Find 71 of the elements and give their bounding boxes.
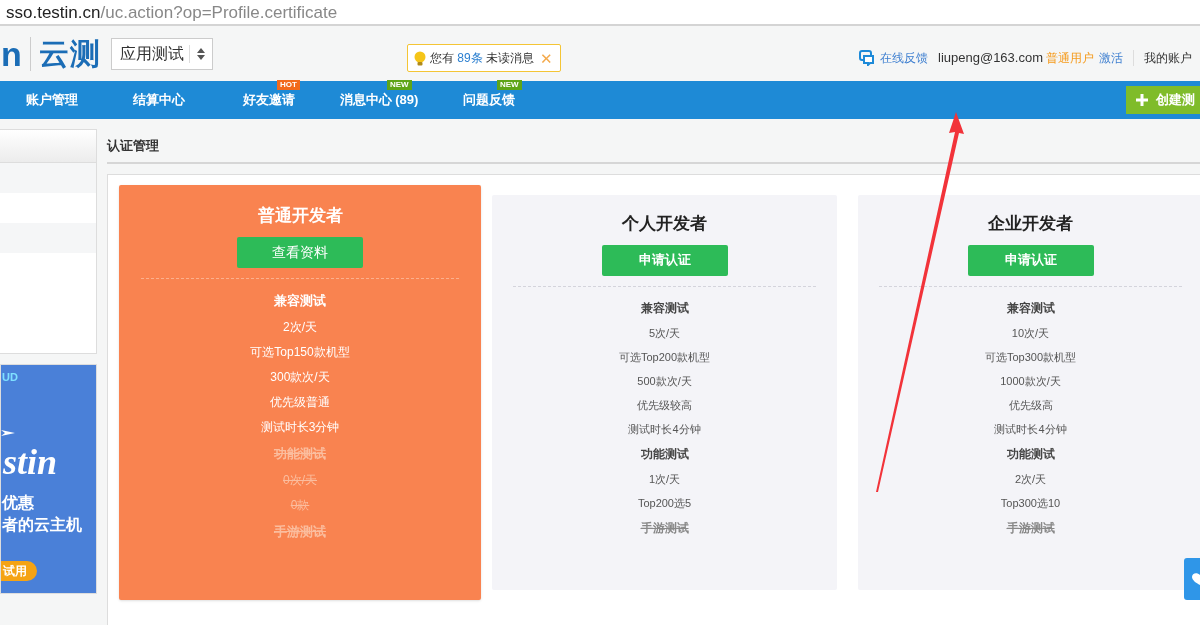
banner-text: 优惠 — [2, 493, 34, 513]
address-text[interactable]: sso.testin.cn/uc.action?op=Profile.certificate — [6, 3, 338, 21]
feature-heading: 功能测试 — [1006, 445, 1055, 463]
feature-item: 优先级较高 — [637, 397, 692, 413]
updown-icon — [196, 47, 205, 60]
feature-item: 优先级普通 — [270, 393, 330, 411]
logo-text: n — [1, 36, 22, 71]
feature-item: Top300选10 — [1000, 495, 1061, 511]
activate-link[interactable]: 激活 — [1099, 48, 1123, 67]
plan-title: 企业开发者 — [988, 213, 1073, 235]
feature-heading: 手游测试 — [640, 519, 689, 537]
create-test-button[interactable]: 创建测 — [1126, 86, 1200, 114]
lightbulb-icon — [414, 50, 426, 66]
feature-item: 0次/天 — [283, 471, 317, 489]
feature-item: 1000款次/天 — [1000, 373, 1061, 389]
nav-badge: HOT — [277, 80, 300, 90]
feature-heading: 兼容测试 — [1006, 299, 1055, 317]
feedback-link[interactable]: 在线反馈 — [880, 48, 928, 67]
feature-item: 2次/天 — [1014, 471, 1047, 487]
feature-item: 测试时长4分钟 — [994, 421, 1067, 437]
feature-heading: 兼容测试 — [640, 299, 689, 317]
feature-item: 5次/天 — [648, 325, 681, 341]
feature-item: 10次/天 — [1011, 325, 1050, 341]
plan-button[interactable]: 查看资料 — [237, 236, 363, 268]
feature-item: 2次/天 — [283, 318, 317, 336]
chat-bubble-icon — [859, 49, 875, 66]
trial-button[interactable]: 试用 — [1, 561, 37, 581]
feature-item: Top200选5 — [637, 495, 692, 511]
banner-text: 者的云主机 — [2, 515, 82, 535]
user-email: liupeng@163.com — [938, 49, 1043, 67]
plus-icon — [1136, 94, 1148, 106]
feature-heading: 功能测试 — [274, 444, 326, 463]
nav-item[interactable]: 好友邀请 — [243, 90, 295, 110]
feature-item: 500款次/天 — [637, 373, 692, 389]
plan-title: 个人开发者 — [622, 213, 707, 235]
plane-icon — [1, 427, 15, 437]
plan-button[interactable]: 申请认证 — [601, 244, 728, 276]
heart-icon — [1190, 572, 1200, 586]
user-level: 普通用户 — [1046, 49, 1094, 67]
nav-item[interactable]: 账户管理 — [26, 90, 78, 110]
feature-item: 测试时长3分钟 — [260, 418, 340, 436]
promo-banner[interactable]: UD stin 优惠 者的云主机 试用 — [0, 364, 97, 594]
notice-text: 您有 89条 未读消息 — [430, 50, 535, 67]
feature-item: 1次/天 — [648, 471, 681, 487]
section-title: 认证管理 — [107, 136, 159, 155]
feature-item: 优先级高 — [1008, 397, 1053, 413]
feature-item: 测试时长4分钟 — [628, 421, 701, 437]
feature-item: 0款 — [290, 496, 310, 514]
feature-item: 300款次/天 — [270, 368, 330, 386]
feature-heading: 手游测试 — [274, 522, 326, 541]
nav-item[interactable]: 问题反馈 — [463, 90, 515, 110]
nav-item[interactable]: 消息中心 (89) — [339, 90, 419, 110]
select-value: 应用测试 — [119, 43, 185, 64]
account-link[interactable]: 我的账户 — [1144, 48, 1192, 67]
feature-heading: 兼容测试 — [274, 291, 326, 310]
plan-title: 普通开发者 — [257, 205, 343, 227]
nav-badge: NEW — [497, 80, 522, 90]
nav-item[interactable]: 结算中心 — [133, 90, 185, 110]
feature-heading: 手游测试 — [1006, 519, 1055, 537]
banner-logo: stin — [3, 441, 58, 484]
logo-text[interactable]: 云测 — [38, 38, 101, 69]
feature-item: 可选Top150款机型 — [250, 343, 350, 361]
feature-item: 可选Top200款机型 — [618, 349, 711, 365]
feature-heading: 功能测试 — [640, 445, 689, 463]
chat-widget[interactable] — [1184, 558, 1200, 600]
product-select[interactable]: 应用测试 — [110, 37, 213, 70]
nav-badge: NEW — [387, 80, 412, 90]
feature-item: 可选Top300款机型 — [984, 349, 1077, 365]
plan-button[interactable]: 申请认证 — [967, 244, 1094, 276]
banner-tag: UD — [2, 369, 18, 386]
close-button[interactable]: ✕ — [540, 50, 554, 66]
